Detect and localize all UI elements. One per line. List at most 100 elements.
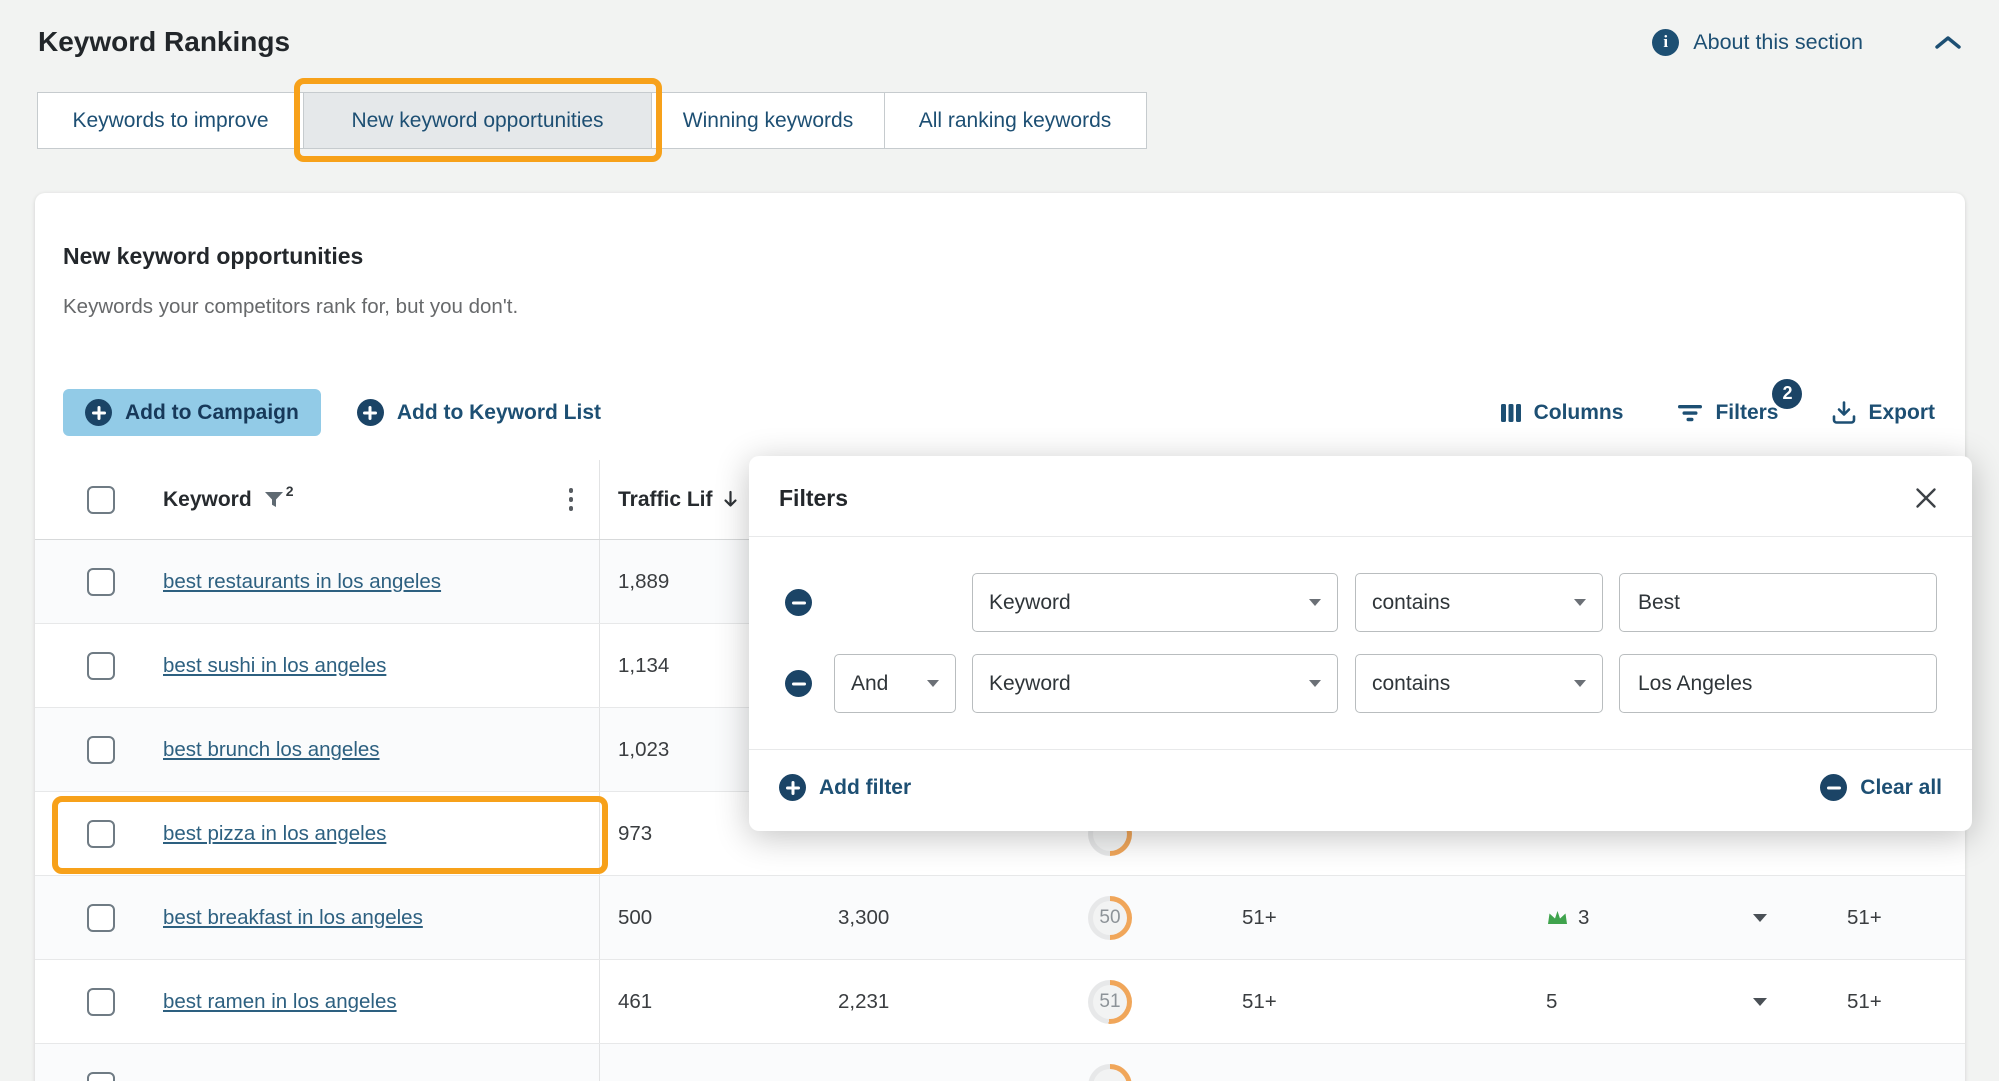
row-checkbox[interactable] bbox=[87, 652, 115, 680]
page-header: Keyword Rankings i About this section bbox=[38, 26, 1961, 58]
chevron-down-icon bbox=[927, 680, 939, 687]
competitor-rank-value: 51+ bbox=[1847, 990, 1882, 1014]
traffic-lift-value: 461 bbox=[618, 990, 652, 1014]
add-to-keyword-list-button[interactable]: Add to Keyword List bbox=[357, 399, 601, 426]
keyword-link[interactable]: best brunch los angeles bbox=[163, 738, 380, 762]
keyword-filter-count: 2 bbox=[286, 483, 294, 499]
tab-keywords-to-improve[interactable]: Keywords to improve bbox=[37, 92, 304, 149]
filters-button[interactable]: Filters 2 bbox=[1677, 401, 1778, 425]
keyword-link[interactable]: best ramen in los angeles bbox=[163, 990, 397, 1014]
clear-all-button[interactable]: Clear all bbox=[1820, 774, 1942, 801]
page-title: Keyword Rankings bbox=[38, 26, 290, 58]
section-title: New keyword opportunities bbox=[63, 243, 363, 270]
info-icon[interactable]: i bbox=[1652, 29, 1679, 56]
sort-descending-icon[interactable] bbox=[723, 490, 738, 509]
plus-circle-icon bbox=[779, 774, 806, 801]
add-to-campaign-button[interactable]: Add to Campaign bbox=[63, 389, 321, 436]
table-row-partial bbox=[35, 1044, 1965, 1081]
chevron-down-icon[interactable] bbox=[1753, 914, 1767, 922]
table-toolbar: Add to Campaign Add to Keyword List Colu… bbox=[63, 389, 1935, 436]
plus-circle-icon bbox=[85, 399, 112, 426]
table-row: best ramen in los angeles 461 2,231 51 5… bbox=[35, 960, 1965, 1044]
export-button[interactable]: Export bbox=[1832, 401, 1935, 425]
traffic-lift-value: 1,134 bbox=[618, 654, 669, 678]
filter-value-input[interactable] bbox=[1619, 654, 1937, 713]
chevron-down-icon bbox=[1574, 680, 1586, 687]
columns-label: Columns bbox=[1534, 401, 1624, 425]
filter-operator-select[interactable]: contains bbox=[1355, 573, 1603, 632]
row-checkbox[interactable] bbox=[87, 988, 115, 1016]
row-checkbox[interactable] bbox=[87, 1072, 115, 1081]
close-button[interactable] bbox=[1910, 482, 1942, 514]
minus-circle-icon bbox=[1820, 774, 1847, 801]
clear-all-label: Clear all bbox=[1860, 776, 1942, 800]
keyword-link[interactable]: best sushi in los angeles bbox=[163, 654, 386, 678]
filter-operator-value: contains bbox=[1372, 672, 1450, 696]
row-checkbox[interactable] bbox=[87, 820, 115, 848]
filter-operator-value: contains bbox=[1372, 591, 1450, 615]
volume-value: 3,300 bbox=[838, 906, 889, 930]
row-checkbox[interactable] bbox=[87, 736, 115, 764]
filters-count-badge: 2 bbox=[1772, 379, 1802, 409]
filter-field-select[interactable]: Keyword bbox=[972, 573, 1338, 632]
traffic-lift-column-header[interactable]: Traffic Lif bbox=[618, 488, 713, 512]
remove-filter-icon[interactable] bbox=[785, 589, 812, 616]
table-row: best breakfast in los angeles 500 3,300 … bbox=[35, 876, 1965, 960]
difficulty-gauge: 50 bbox=[1088, 896, 1132, 940]
tab-label: All ranking keywords bbox=[919, 109, 1112, 133]
filter-condition-row: Keyword contains bbox=[779, 573, 1942, 632]
traffic-lift-value: 1,023 bbox=[618, 738, 669, 762]
rank-value: 5 bbox=[1546, 990, 1557, 1014]
filter-field-select[interactable]: Keyword bbox=[972, 654, 1338, 713]
filter-condition-row: And Keyword contains bbox=[779, 654, 1942, 713]
tab-winning-keywords[interactable]: Winning keywords bbox=[651, 92, 885, 149]
section-description: Keywords your competitors rank for, but … bbox=[63, 295, 518, 319]
add-filter-label: Add filter bbox=[819, 776, 911, 800]
select-all-checkbox[interactable] bbox=[87, 486, 115, 514]
keyword-link[interactable]: best restaurants in los angeles bbox=[163, 570, 441, 594]
difficulty-gauge bbox=[1088, 1064, 1132, 1081]
about-this-section-link[interactable]: About this section bbox=[1693, 30, 1863, 55]
opportunity-value: 51+ bbox=[1242, 990, 1277, 1014]
row-checkbox[interactable] bbox=[87, 568, 115, 596]
crown-icon bbox=[1546, 909, 1569, 927]
export-label: Export bbox=[1868, 401, 1935, 425]
filter-operator-select[interactable]: contains bbox=[1355, 654, 1603, 713]
difficulty-gauge: 51 bbox=[1088, 980, 1132, 1024]
filters-popover: Filters Keyword contains And bbox=[749, 456, 1972, 831]
tab-label: Keywords to improve bbox=[72, 109, 268, 133]
column-menu-icon[interactable] bbox=[569, 486, 574, 513]
rank-value: 3 bbox=[1578, 906, 1589, 930]
filters-popover-title: Filters bbox=[779, 485, 848, 512]
chevron-up-icon[interactable] bbox=[1935, 35, 1961, 50]
columns-button[interactable]: Columns bbox=[1500, 401, 1624, 425]
chevron-down-icon bbox=[1574, 599, 1586, 606]
filter-value-input[interactable] bbox=[1619, 573, 1937, 632]
filter-field-value: Keyword bbox=[989, 591, 1071, 615]
keyword-link[interactable]: best breakfast in los angeles bbox=[163, 906, 423, 930]
keyword-column-header[interactable]: Keyword bbox=[163, 488, 252, 512]
keyword-filter-icon[interactable]: 2 bbox=[264, 491, 292, 509]
filter-conjunction-select[interactable]: And bbox=[834, 654, 956, 713]
difficulty-value: 51 bbox=[1099, 991, 1120, 1013]
tab-bar: Keywords to improve New keyword opportun… bbox=[37, 92, 1147, 149]
add-filter-button[interactable]: Add filter bbox=[779, 774, 911, 801]
columns-icon bbox=[1500, 403, 1522, 423]
tab-new-keyword-opportunities[interactable]: New keyword opportunities bbox=[303, 92, 653, 149]
traffic-lift-value: 1,889 bbox=[618, 570, 669, 594]
export-download-icon bbox=[1832, 401, 1856, 424]
add-to-keyword-list-label: Add to Keyword List bbox=[397, 401, 601, 425]
row-checkbox[interactable] bbox=[87, 904, 115, 932]
keyword-link[interactable]: best pizza in los angeles bbox=[163, 822, 386, 846]
chevron-down-icon[interactable] bbox=[1753, 998, 1767, 1006]
chevron-down-icon bbox=[1309, 680, 1321, 687]
close-icon bbox=[1914, 486, 1938, 510]
remove-filter-icon[interactable] bbox=[785, 670, 812, 697]
tab-label: New keyword opportunities bbox=[351, 109, 603, 133]
traffic-lift-value: 500 bbox=[618, 906, 652, 930]
tab-label: Winning keywords bbox=[683, 109, 853, 133]
volume-value: 2,231 bbox=[838, 990, 889, 1014]
tab-all-ranking-keywords[interactable]: All ranking keywords bbox=[884, 92, 1147, 149]
difficulty-value: 50 bbox=[1099, 907, 1120, 929]
add-to-campaign-label: Add to Campaign bbox=[125, 401, 299, 425]
